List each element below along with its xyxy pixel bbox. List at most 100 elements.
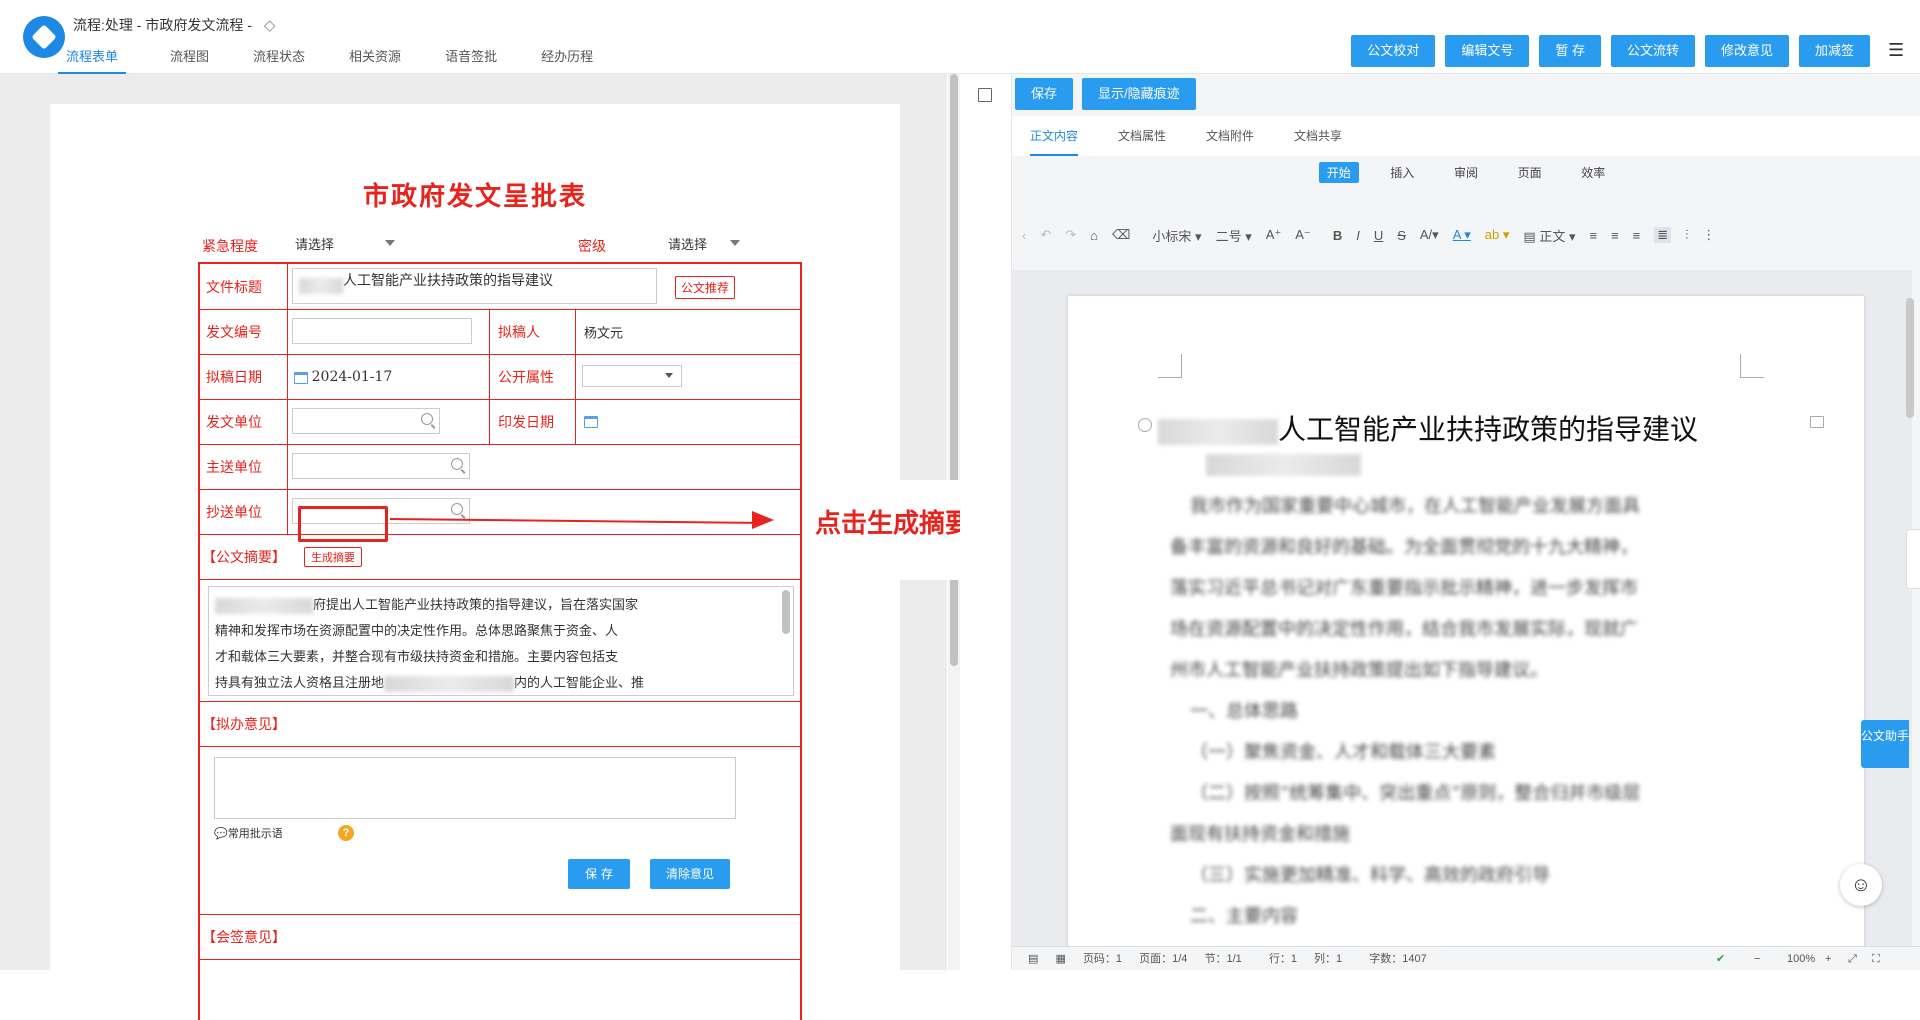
robot-assistant-icon[interactable]: ☺: [1840, 864, 1882, 906]
window-title: 流程:处理 - 市政府发文流程 - ◇: [73, 17, 276, 34]
paragraph-mark-icon[interactable]: [1138, 418, 1152, 432]
chevron-down-icon: [665, 373, 673, 378]
opinion-label: 【拟办意见】: [202, 717, 286, 733]
table-row: 主送单位: [200, 445, 800, 490]
generate-summary-button[interactable]: 生成摘要: [304, 547, 362, 567]
align-center-icon[interactable]: ≡: [1611, 228, 1619, 243]
document-page[interactable]: 人工智能产业扶持政策的指导建议 我市作为国家重要中心城市，在人工智能产业发展方面…: [1068, 296, 1864, 946]
form-pane: 市政府发文呈批表 紧急程度 请选择 密级 请选择 文件标题 人工智能产业扶持政策…: [0, 74, 947, 1020]
fit-icon[interactable]: ⤢: [1848, 947, 1857, 971]
more-tools-icon[interactable]: ⋮: [1702, 227, 1715, 243]
document-scrollbar[interactable]: [1906, 298, 1914, 418]
comment-icon: 💬: [214, 827, 228, 840]
common-phrase-link[interactable]: 💬常用批示语: [214, 825, 283, 841]
superscript-icon[interactable]: A/▾: [1420, 227, 1439, 243]
save-opinion-button[interactable]: 保 存: [568, 859, 630, 889]
annotation-arrow-head: [752, 511, 774, 529]
annotation-text: 点击生成摘要: [815, 509, 972, 539]
tab-flow-form[interactable]: 流程表单: [58, 48, 127, 74]
proofread-button[interactable]: 公文校对: [1351, 35, 1436, 67]
table-row: 拟稿日期 2024-01-17 公开属性: [200, 355, 800, 400]
eraser-icon[interactable]: ⌫: [1112, 227, 1130, 243]
toggle-track-button[interactable]: 显示/隐藏痕迹: [1082, 78, 1196, 110]
highlight-icon[interactable]: ab ▾: [1485, 227, 1510, 243]
outline-icon[interactable]: [978, 88, 992, 102]
comment-icon[interactable]: [1810, 416, 1824, 428]
search-icon[interactable]: [451, 458, 463, 470]
calendar-icon[interactable]: [584, 416, 598, 428]
font-color-icon[interactable]: A ▾: [1453, 227, 1471, 243]
public-attr-select[interactable]: [582, 365, 682, 387]
align-left-icon[interactable]: ≡: [1589, 228, 1597, 243]
ribbon-tab-efficiency[interactable]: 效率: [1573, 162, 1613, 183]
font-grow-icon[interactable]: A⁺: [1266, 227, 1282, 243]
tag-icon[interactable]: ◇: [264, 17, 276, 34]
edit-doc-no-button[interactable]: 编辑文号: [1445, 35, 1530, 67]
doc-assistant-button[interactable]: 公文助手: [1861, 720, 1909, 768]
strikethrough-icon[interactable]: S: [1397, 228, 1406, 243]
font-shrink-icon[interactable]: A⁻: [1295, 227, 1311, 243]
urgency-row: 紧急程度: [202, 239, 258, 255]
chevron-left-icon[interactable]: ‹: [1022, 228, 1026, 243]
tab-attachments[interactable]: 文档附件: [1206, 116, 1254, 156]
table-row: 【会签意见】: [200, 915, 800, 960]
bold-icon[interactable]: B: [1333, 228, 1342, 243]
tab-sharing[interactable]: 文档共享: [1294, 116, 1342, 156]
format-toolbar: ‹ ↶ ↷ ⌂ ⌫ 小标宋 ▾ 二号 ▾ A⁺ A⁻ B I U S A/▾ A…: [1012, 214, 1912, 256]
italic-icon[interactable]: I: [1356, 228, 1360, 243]
opinion-textarea[interactable]: [214, 757, 736, 819]
tab-properties[interactable]: 文档属性: [1118, 116, 1166, 156]
style-select[interactable]: ▤ 正文 ▾: [1523, 226, 1575, 245]
ribbon-tab-start[interactable]: 开始: [1318, 162, 1359, 183]
main-send-search-input[interactable]: [292, 453, 470, 479]
app-header: 流程:处理 - 市政府发文流程 - ◇ 流程表单 流程图 流程状态 相关资源 语音…: [0, 0, 1920, 74]
summary-textarea[interactable]: 府提出人工智能产业扶持政策的指导建议，旨在落实国家 精神和发挥市场在资源配置中的…: [208, 586, 794, 696]
table-row: 府提出人工智能产业扶持政策的指导建议，旨在落实国家 精神和发挥市场在资源配置中的…: [200, 580, 800, 702]
drafter-value: 杨文元: [584, 326, 624, 342]
help-icon[interactable]: ?: [338, 825, 354, 841]
doc-view-icon[interactable]: ▦: [1055, 953, 1065, 965]
undo-icon[interactable]: ↶: [1040, 227, 1051, 243]
outline-sidebar: [960, 74, 1012, 970]
tab-related-resources[interactable]: 相关资源: [349, 48, 401, 74]
ribbon-tab-review[interactable]: 审阅: [1446, 162, 1486, 183]
tab-history[interactable]: 经办历程: [541, 48, 593, 74]
fullscreen-icon[interactable]: ⛶: [1872, 947, 1880, 971]
underline-icon[interactable]: U: [1374, 228, 1383, 243]
distributed-icon[interactable]: ⫶: [1685, 227, 1688, 243]
doc-save-button[interactable]: 保存: [1015, 78, 1074, 110]
search-icon[interactable]: [451, 503, 463, 515]
font-name-select[interactable]: 小标宋 ▾: [1152, 226, 1201, 245]
justify-icon[interactable]: ≣: [1654, 227, 1672, 243]
zoom-out-icon[interactable]: −: [1754, 947, 1760, 971]
redo-icon[interactable]: ↷: [1065, 227, 1076, 243]
zoom-in-icon[interactable]: +: [1825, 947, 1831, 971]
scrollbar[interactable]: [782, 590, 790, 634]
doc-title-input[interactable]: 人工智能产业扶持政策的指导建议: [292, 268, 657, 304]
top-toolbar: 公文校对 编辑文号 暂 存 公文流转 修改意见 加减签: [1341, 35, 1870, 67]
tab-flow-status[interactable]: 流程状态: [253, 48, 305, 74]
page-view-icon[interactable]: ▤: [1028, 953, 1038, 965]
modify-opinion-button[interactable]: 修改意见: [1704, 35, 1789, 67]
add-sign-button[interactable]: 加减签: [1798, 35, 1870, 67]
secret-select[interactable]: 请选择: [668, 234, 748, 253]
format-painter-icon[interactable]: ⌂: [1090, 228, 1098, 243]
clear-opinion-button[interactable]: 清除意见: [650, 859, 730, 889]
panel-collapse-handle[interactable]: [1906, 529, 1920, 589]
more-menu-icon[interactable]: ☰: [1888, 40, 1908, 60]
document-pane: 保存 显示/隐藏痕迹 正文内容 文档属性 文档附件 文档共享 开始 插入 审阅 …: [960, 74, 1920, 970]
annotation-highlight-box: [298, 506, 388, 542]
ribbon-tab-page[interactable]: 页面: [1510, 162, 1550, 183]
temp-save-button[interactable]: 暂 存: [1539, 35, 1601, 67]
ribbon-tab-insert[interactable]: 插入: [1382, 162, 1422, 183]
align-right-icon[interactable]: ≡: [1633, 228, 1641, 243]
tab-flow-chart[interactable]: 流程图: [170, 48, 209, 74]
check-icon[interactable]: ✔: [1716, 947, 1725, 971]
font-size-select[interactable]: 二号 ▾: [1216, 226, 1252, 245]
table-row: 抄送单位: [200, 490, 800, 535]
circulate-button[interactable]: 公文流转: [1610, 35, 1695, 67]
recommend-button[interactable]: 公文推荐: [675, 276, 736, 299]
urgency-select[interactable]: 请选择: [295, 234, 395, 253]
tab-voice-sign[interactable]: 语音签批: [445, 48, 497, 74]
tab-body[interactable]: 正文内容: [1030, 116, 1079, 156]
